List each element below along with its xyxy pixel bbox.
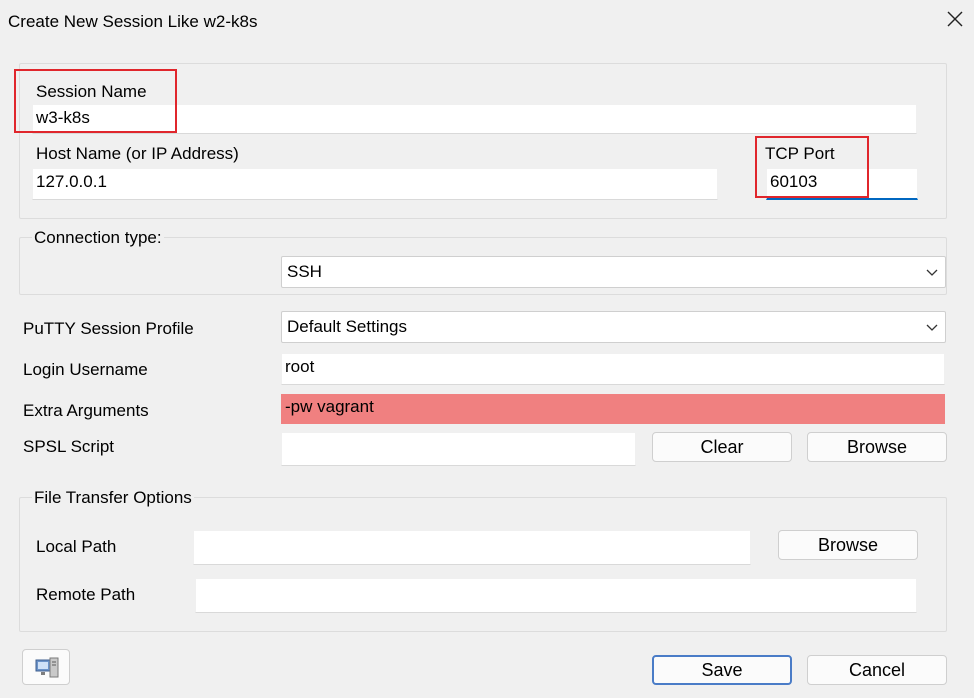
login-username-input[interactable]: root: [281, 353, 945, 385]
close-button[interactable]: [940, 4, 970, 34]
spsl-script-label: SPSL Script: [23, 437, 115, 456]
browse-spsl-button[interactable]: Browse: [807, 432, 947, 462]
extra-arguments-input[interactable]: -pw vagrant: [281, 394, 945, 424]
login-username-label: Login Username: [23, 360, 148, 379]
putty-profile-select[interactable]: Default Settings: [281, 311, 946, 343]
cancel-button[interactable]: Cancel: [807, 655, 947, 685]
host-name-input[interactable]: 127.0.0.1: [32, 168, 718, 200]
extra-arguments-label: Extra Arguments: [23, 401, 149, 420]
tcp-port-label: TCP Port: [765, 144, 835, 163]
local-path-label: Local Path: [36, 537, 117, 556]
chevron-down-icon: [926, 324, 938, 331]
host-name-label: Host Name (or IP Address): [36, 144, 239, 163]
session-icon-button[interactable]: [22, 649, 70, 685]
session-name-input[interactable]: w3-k8s: [32, 104, 917, 134]
window-title: Create New Session Like w2-k8s: [8, 12, 258, 31]
save-button[interactable]: Save: [652, 655, 792, 685]
browse-local-path-button[interactable]: Browse: [778, 530, 918, 560]
connection-type-select[interactable]: SSH: [281, 256, 946, 288]
putty-profile-label: PuTTY Session Profile: [23, 319, 194, 338]
remote-path-label: Remote Path: [36, 585, 136, 604]
remote-path-input[interactable]: [195, 578, 917, 613]
session-name-label: Session Name: [36, 82, 147, 101]
spsl-script-input[interactable]: [281, 432, 636, 466]
chevron-down-icon: [926, 269, 938, 276]
computer-monitor-icon: [35, 657, 59, 678]
file-transfer-legend: File Transfer Options: [32, 488, 194, 508]
local-path-input[interactable]: [193, 530, 751, 565]
tcp-port-input[interactable]: 60103: [766, 168, 918, 200]
connection-type-value: SSH: [287, 262, 322, 281]
clear-button[interactable]: Clear: [652, 432, 792, 462]
putty-profile-value: Default Settings: [287, 317, 408, 336]
close-icon: [947, 11, 963, 27]
connection-type-legend: Connection type:: [32, 228, 164, 248]
